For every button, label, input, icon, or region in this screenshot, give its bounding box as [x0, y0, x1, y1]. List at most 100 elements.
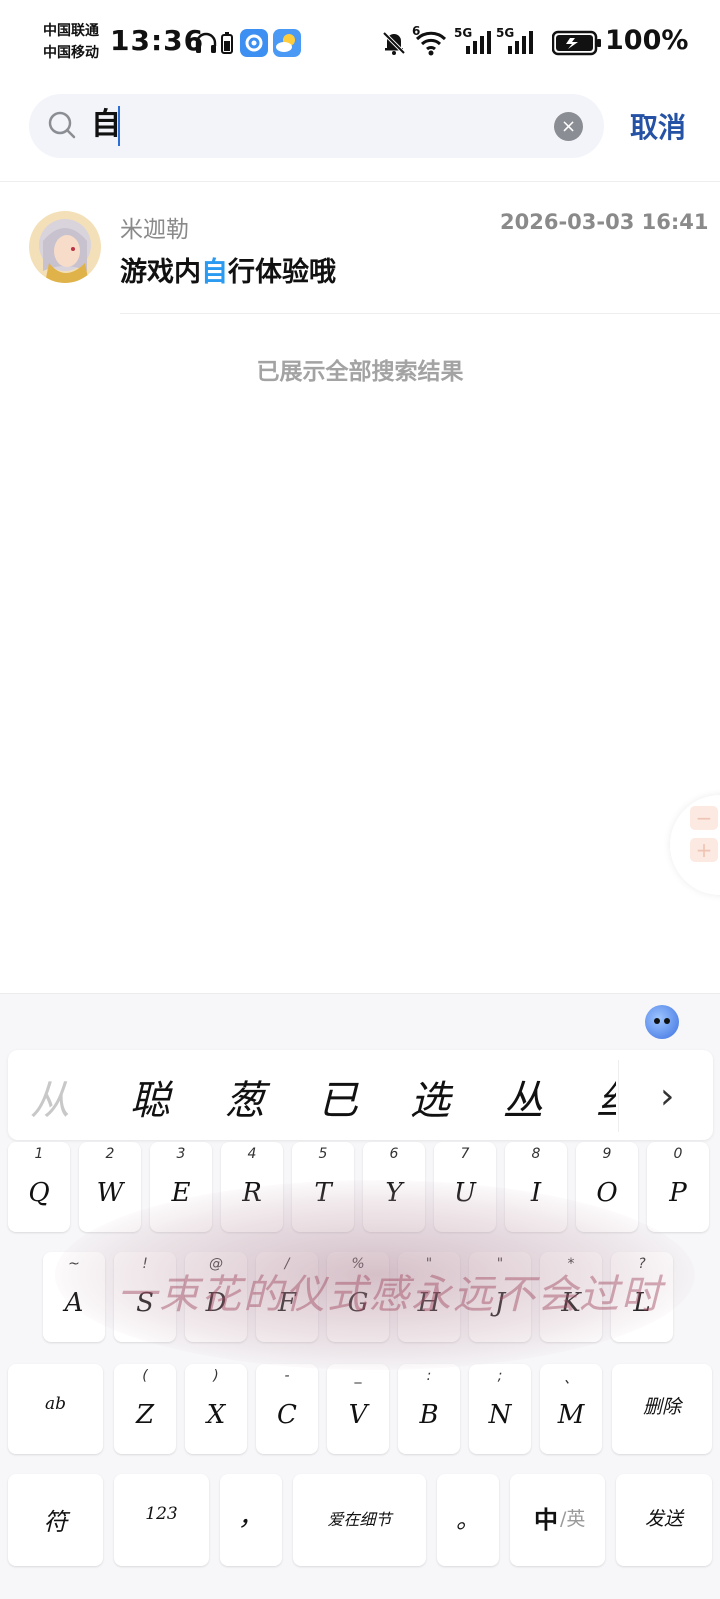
space-key-label: 爱在细节 [327, 1510, 392, 1529]
key-q-label: Q [28, 1178, 50, 1208]
key-v-alt-label: _ [354, 1368, 362, 1384]
search-result-item[interactable] [0, 185, 720, 310]
key-s-label: S [136, 1288, 154, 1318]
avatar [29, 211, 101, 283]
key-j-alt-label: " [496, 1256, 504, 1272]
key-w-alt-label: 2 [105, 1146, 115, 1162]
language-switch-key[interactable]: 中/英 [510, 1474, 605, 1566]
key-h[interactable]: " H [398, 1252, 460, 1342]
carrier-2: 中国移动 [43, 45, 99, 61]
mute-bell-icon [380, 28, 408, 58]
clock: 13:36 [110, 24, 205, 57]
key-b[interactable]: :B [398, 1364, 460, 1454]
key-q[interactable]: 1Q [8, 1142, 70, 1232]
key-e-label: E [171, 1178, 191, 1208]
key-d[interactable]: @ D [185, 1252, 247, 1342]
key-n-alt-label: ; [497, 1368, 503, 1384]
weather-icon [273, 29, 301, 57]
key-u-label: U [454, 1178, 476, 1208]
candidate-4[interactable]: 选 [410, 1068, 450, 1126]
key-x[interactable]: ) X [185, 1364, 247, 1454]
cancel-button[interactable]: 取消 [630, 106, 686, 146]
result-timestamp: 2026-03-03 16:41 [500, 210, 709, 234]
key-g[interactable]: % G [327, 1252, 389, 1342]
key-u[interactable]: 7U [434, 1142, 496, 1232]
result-message-before: 游戏内 [120, 257, 201, 288]
numbers-key-label: 123 [145, 1504, 178, 1524]
key-b-alt-label: : [426, 1368, 432, 1384]
more-candidates-icon[interactable]: › [660, 1076, 674, 1117]
key-e-alt-label: 3 [176, 1146, 186, 1162]
candidate-0[interactable]: 从 [30, 1068, 70, 1126]
candidate-3[interactable]: 已 [318, 1068, 358, 1126]
comma-key-label: ， [237, 1502, 264, 1532]
key-i-alt-label: 8 [531, 1146, 541, 1162]
delete-key-label: 删除 [642, 1396, 681, 1418]
key-w-label: W [96, 1178, 124, 1208]
key-m[interactable]: 、 M [540, 1364, 602, 1454]
symbol-key[interactable]: 符 [8, 1474, 103, 1566]
key-m-alt-label: 、 [564, 1371, 578, 1387]
key-q-alt-label: 1 [34, 1146, 44, 1162]
key-r[interactable]: 4R [221, 1142, 283, 1232]
key-v[interactable]: _ V [327, 1364, 389, 1454]
candidate-6[interactable]: 丝 [596, 1068, 616, 1126]
ime-logo-icon[interactable] [645, 1005, 679, 1039]
clear-search-button[interactable]: × [554, 112, 583, 141]
result-divider [120, 313, 720, 314]
zoom-out-button[interactable]: − [690, 806, 718, 830]
key-s[interactable]: ! S [114, 1252, 176, 1342]
key-f[interactable]: / F [256, 1252, 318, 1342]
key-w[interactable]: 2W [79, 1142, 141, 1232]
key-y[interactable]: 6Y [363, 1142, 425, 1232]
result-message-after: 行体验哦 [228, 257, 336, 288]
key-t[interactable]: 5T [292, 1142, 354, 1232]
app-notification-icon [240, 29, 268, 57]
symbol-key-label: 符 [43, 1508, 68, 1536]
key-c-label: C [277, 1400, 297, 1430]
key-z-label: Z [135, 1400, 155, 1430]
key-f-alt-label: / [284, 1256, 290, 1272]
search-query-text[interactable]: 自 [91, 103, 121, 147]
key-t-alt-label: 5 [318, 1146, 328, 1162]
key-p-alt-label: 0 [673, 1146, 683, 1162]
key-z[interactable]: (Z [114, 1364, 176, 1454]
period-key[interactable]: 。 [437, 1474, 499, 1566]
delete-key[interactable]: 删除 [612, 1364, 712, 1454]
key-i-label: I [530, 1178, 542, 1208]
headphones-icon [193, 28, 219, 58]
numbers-key[interactable]: 123 [114, 1474, 209, 1566]
headset-battery-icon [220, 28, 234, 58]
key-j[interactable]: " J [469, 1252, 531, 1342]
candidate-5[interactable]: 丛 [503, 1068, 543, 1126]
key-p[interactable]: 0P [647, 1142, 709, 1232]
candidate-2[interactable]: 葱 [225, 1068, 265, 1126]
text-caret [118, 106, 120, 146]
result-message-highlight: 自 [201, 257, 228, 288]
send-key[interactable]: 发送 [616, 1474, 712, 1566]
key-a[interactable]: ~ A [43, 1252, 105, 1342]
key-l[interactable]: ? L [611, 1252, 673, 1342]
ab-key[interactable]: ab [8, 1364, 103, 1454]
key-e[interactable]: 3E [150, 1142, 212, 1232]
result-message: 游戏内自行体验哦 [120, 250, 336, 289]
key-o[interactable]: 9O [576, 1142, 638, 1232]
zoom-in-button[interactable]: + [690, 838, 718, 862]
key-l-alt-label: ? [638, 1256, 646, 1272]
key-i[interactable]: 8I [505, 1142, 567, 1232]
key-s-alt-label: ! [142, 1256, 148, 1272]
space-key[interactable]: 爱在细节 [293, 1474, 426, 1566]
key-n[interactable]: ; N [469, 1364, 531, 1454]
signal-1-icon: 5G [454, 26, 494, 58]
status-bar: 中国联通 中国移动 13:36 6 5G 5G 100% [0, 0, 720, 86]
key-c[interactable]: -C [256, 1364, 318, 1454]
key-r-label: R [242, 1178, 262, 1208]
all-results-shown-label: 已展示全部搜索结果 [256, 359, 464, 385]
key-y-alt-label: 6 [389, 1146, 399, 1162]
key-m-label: M [557, 1400, 585, 1430]
key-g-label: G [347, 1288, 369, 1318]
key-k-label: K [561, 1288, 581, 1318]
candidate-1[interactable]: 聪 [130, 1068, 170, 1126]
comma-key[interactable]: ， [220, 1474, 282, 1566]
key-k[interactable]: * K [540, 1252, 602, 1342]
